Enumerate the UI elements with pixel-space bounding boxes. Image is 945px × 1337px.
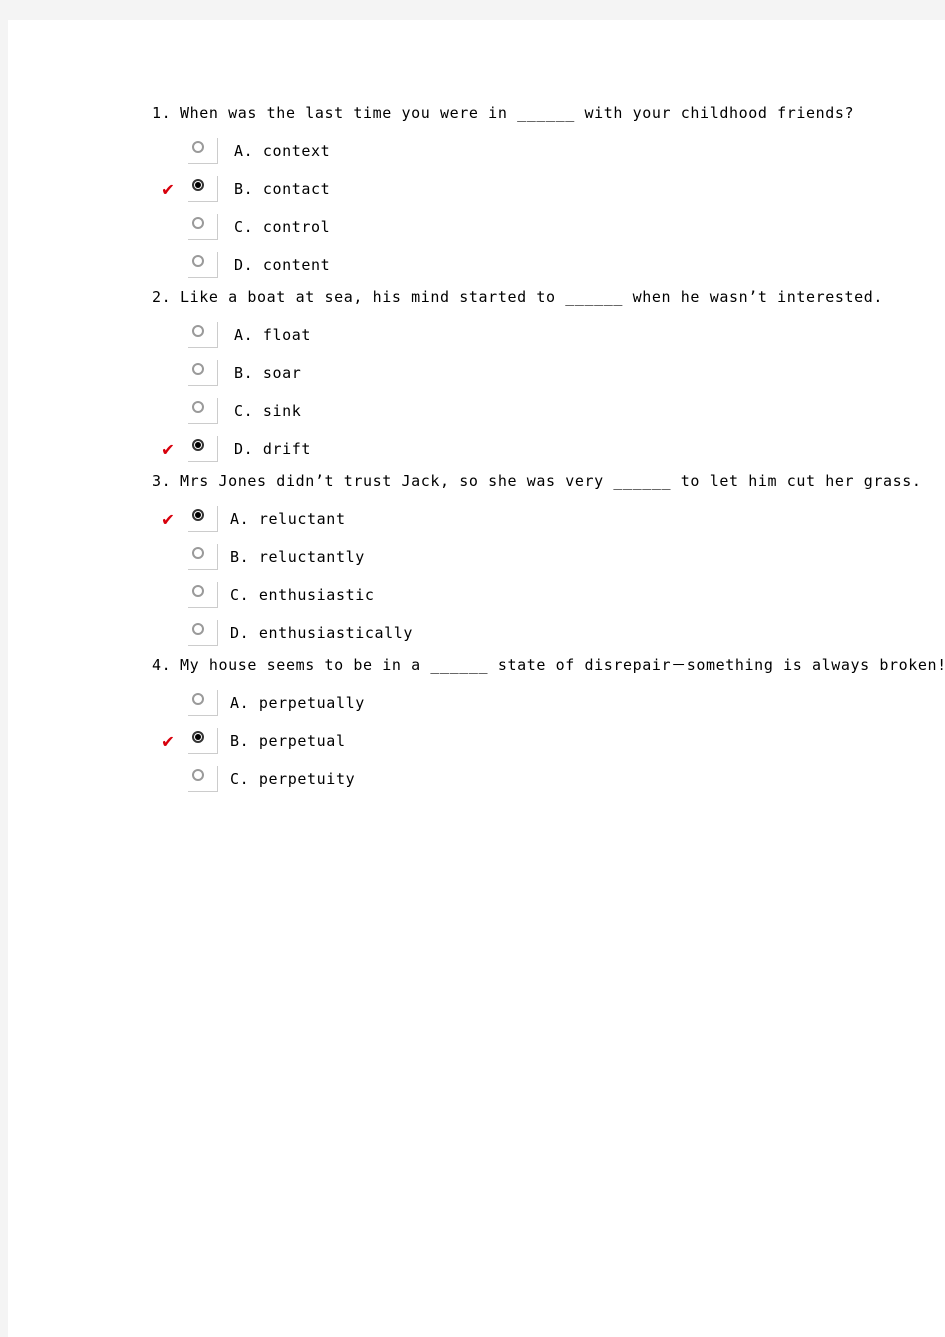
radio-dot-icon bbox=[192, 693, 204, 705]
radio-button[interactable] bbox=[188, 506, 218, 532]
question-number: 1. bbox=[152, 104, 172, 122]
option-label: D. enthusiastically bbox=[230, 624, 413, 642]
question-text: Mrs Jones didn’t trust Jack, so she was … bbox=[180, 472, 922, 490]
option-row[interactable]: ✔ A. reluctant bbox=[152, 500, 912, 538]
radio-dot-icon bbox=[192, 585, 204, 597]
radio-dot-icon bbox=[192, 363, 204, 375]
radio-button[interactable] bbox=[188, 360, 218, 386]
radio-dot-icon bbox=[192, 509, 204, 521]
option-label: D. drift bbox=[234, 440, 312, 458]
check-mark-icon: ✔ bbox=[162, 730, 174, 752]
radio-button[interactable] bbox=[188, 176, 218, 202]
page-sheet: 1. When was the last time you were in ___… bbox=[8, 20, 945, 1337]
quiz-question-list: 1. When was the last time you were in ___… bbox=[152, 100, 945, 798]
question-number: 4. bbox=[152, 656, 172, 674]
option-row[interactable]: ✔A. perpetually bbox=[152, 684, 912, 722]
radio-dot-icon bbox=[192, 731, 204, 743]
question-stem: 2. Like a boat at sea, his mind started t… bbox=[152, 284, 912, 310]
question-stem: 4. My house seems to be in a ______ state… bbox=[152, 652, 945, 678]
option-row[interactable]: ✔ B. perpetual bbox=[152, 722, 912, 760]
option-row[interactable]: ✔A. float bbox=[152, 316, 912, 354]
check-mark-icon: ✔ bbox=[162, 438, 174, 460]
option-label: D. content bbox=[234, 256, 331, 274]
option-row[interactable]: ✔D. enthusiastically bbox=[152, 614, 912, 652]
option-label: B. soar bbox=[234, 364, 302, 382]
option-label: B. perpetual bbox=[230, 732, 346, 750]
radio-dot-icon bbox=[192, 439, 204, 451]
question-number: 2. bbox=[152, 288, 172, 306]
radio-dot-icon bbox=[192, 769, 204, 781]
option-row[interactable]: ✔ D. drift bbox=[152, 430, 912, 468]
check-mark-icon: ✔ bbox=[162, 508, 174, 530]
option-label: A. perpetually bbox=[230, 694, 365, 712]
radio-button[interactable] bbox=[188, 214, 218, 240]
radio-button[interactable] bbox=[188, 544, 218, 570]
radio-button[interactable] bbox=[188, 582, 218, 608]
question-block: 3. Mrs Jones didn’t trust Jack, so she wa… bbox=[152, 468, 921, 652]
option-row[interactable]: ✔C. control bbox=[152, 208, 912, 246]
question-text: Like a boat at sea, his mind started to … bbox=[180, 288, 884, 306]
radio-button[interactable] bbox=[188, 766, 218, 792]
question-block: 2. Like a boat at sea, his mind started t… bbox=[152, 284, 912, 468]
question-block: 4. My house seems to be in a ______ state… bbox=[152, 652, 945, 798]
option-label: A. context bbox=[234, 142, 331, 160]
check-mark-icon: ✔ bbox=[162, 178, 174, 200]
radio-dot-icon bbox=[192, 623, 204, 635]
radio-dot-icon bbox=[192, 401, 204, 413]
question-text: When was the last time you were in _____… bbox=[180, 104, 855, 122]
question-stem: 3. Mrs Jones didn’t trust Jack, so she wa… bbox=[152, 468, 921, 494]
radio-button[interactable] bbox=[188, 252, 218, 278]
option-row[interactable]: ✔D. content bbox=[152, 246, 912, 284]
option-label: C. control bbox=[234, 218, 331, 236]
radio-button[interactable] bbox=[188, 620, 218, 646]
option-label: B. reluctantly bbox=[230, 548, 365, 566]
radio-button[interactable] bbox=[188, 436, 218, 462]
radio-button[interactable] bbox=[188, 690, 218, 716]
option-row[interactable]: ✔C. sink bbox=[152, 392, 912, 430]
radio-dot-icon bbox=[192, 325, 204, 337]
option-row[interactable]: ✔C. enthusiastic bbox=[152, 576, 912, 614]
radio-dot-icon bbox=[192, 141, 204, 153]
radio-dot-icon bbox=[192, 255, 204, 267]
question-block: 1. When was the last time you were in ___… bbox=[152, 100, 912, 284]
option-label: C. perpetuity bbox=[230, 770, 356, 788]
option-row[interactable]: ✔B. reluctantly bbox=[152, 538, 912, 576]
option-row[interactable]: ✔B. soar bbox=[152, 354, 912, 392]
option-row[interactable]: ✔C. perpetuity bbox=[152, 760, 912, 798]
radio-button[interactable] bbox=[188, 322, 218, 348]
option-label: C. sink bbox=[234, 402, 302, 420]
radio-button[interactable] bbox=[188, 728, 218, 754]
radio-button[interactable] bbox=[188, 138, 218, 164]
question-text: My house seems to be in a ______ state o… bbox=[180, 656, 945, 674]
question-number: 3. bbox=[152, 472, 172, 490]
option-row[interactable]: ✔A. context bbox=[152, 132, 912, 170]
option-label: A. float bbox=[234, 326, 312, 344]
question-stem: 1. When was the last time you were in ___… bbox=[152, 100, 912, 126]
option-label: C. enthusiastic bbox=[230, 586, 375, 604]
option-row[interactable]: ✔ B. contact bbox=[152, 170, 912, 208]
radio-button[interactable] bbox=[188, 398, 218, 424]
radio-dot-icon bbox=[192, 217, 204, 229]
radio-dot-icon bbox=[192, 547, 204, 559]
option-label: B. contact bbox=[234, 180, 331, 198]
option-label: A. reluctant bbox=[230, 510, 346, 528]
radio-dot-icon bbox=[192, 179, 204, 191]
